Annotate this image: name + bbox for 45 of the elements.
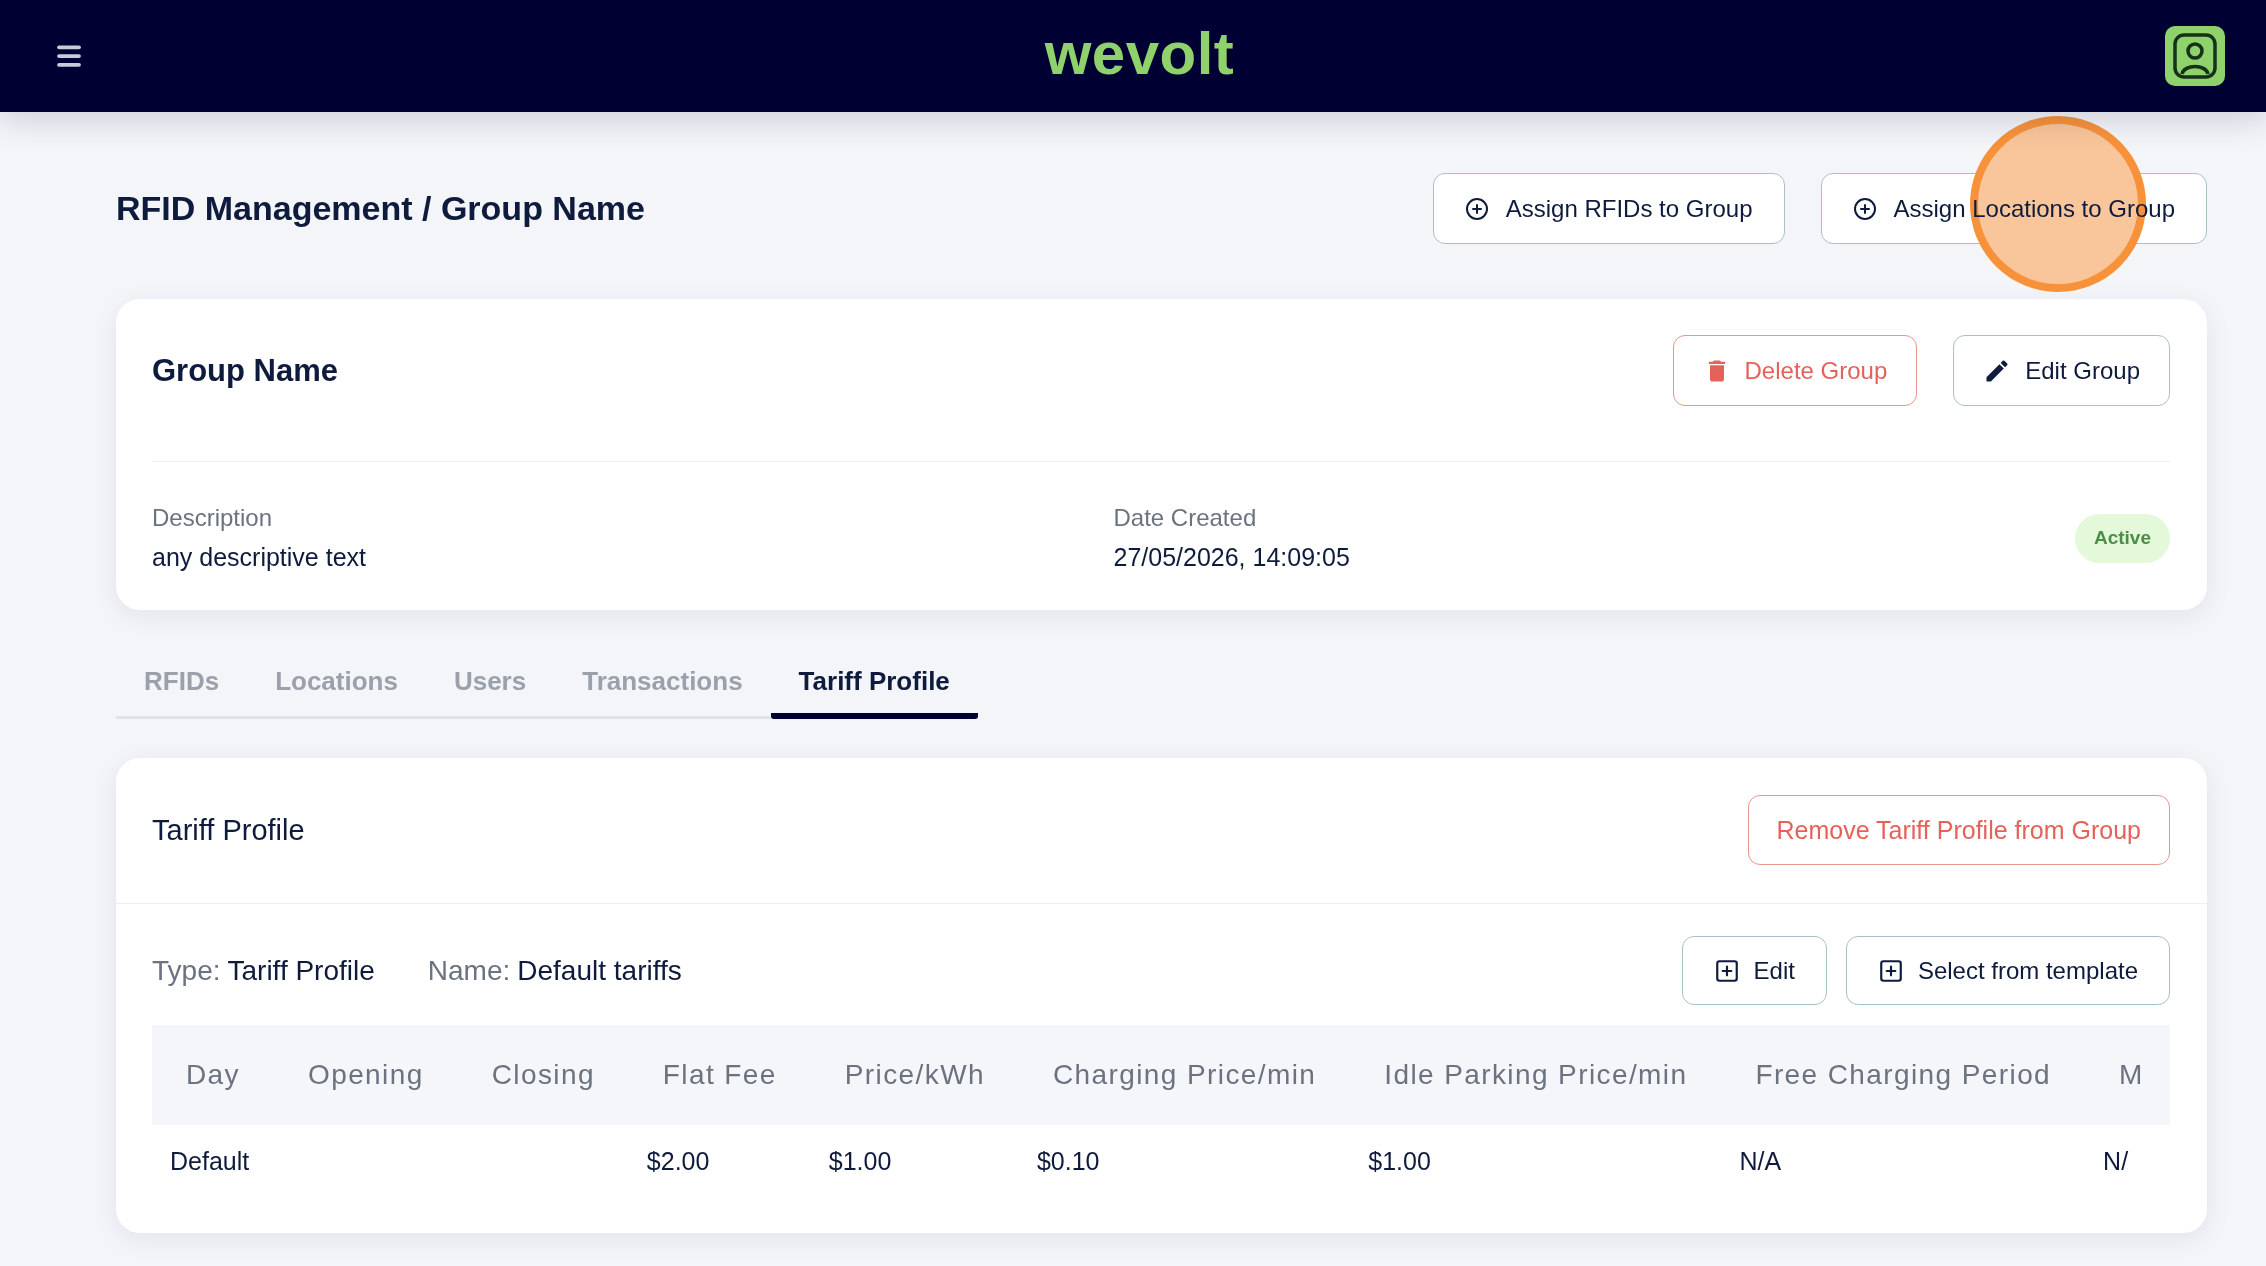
table-cell: $1.00 xyxy=(828,1146,892,1175)
column-header: Price/kWh xyxy=(810,1025,1019,1125)
field-value: 27/05/2026, 14:09:05 xyxy=(1113,543,1350,572)
plus-circle-icon xyxy=(1464,196,1489,221)
plus-circle-icon xyxy=(1852,196,1877,221)
tab[interactable]: Tariff Profile xyxy=(770,650,978,719)
assign-button[interactable]: Assign RFIDs to Group xyxy=(1432,173,1785,244)
tab[interactable]: Transactions xyxy=(554,650,771,719)
meta-value: Tariff Profile xyxy=(227,954,375,987)
column-header: Closing xyxy=(457,1025,629,1125)
edit-button[interactable]: Edit Group xyxy=(1953,335,2170,406)
column-header: Free Charging Period xyxy=(1721,1025,2086,1125)
table-cell: $1.00 xyxy=(1368,1146,1431,1175)
status-badge: Active xyxy=(2074,513,2170,563)
delete-button[interactable]: Delete Group xyxy=(1672,335,1918,406)
tab[interactable]: Locations xyxy=(247,650,426,719)
tab[interactable]: Users xyxy=(425,650,555,719)
card-title: Tariff Profile xyxy=(152,813,305,847)
table-cell: Default xyxy=(170,1146,250,1175)
column-header: M xyxy=(2085,1025,2170,1125)
column-header: Opening xyxy=(274,1025,458,1125)
card-title: Group Name xyxy=(152,352,339,389)
table-cell: N/A xyxy=(1739,1146,1782,1175)
column-header: Day xyxy=(152,1025,274,1125)
table-cell: $2.00 xyxy=(646,1146,710,1175)
user-icon[interactable] xyxy=(2165,26,2225,86)
field-value: any descriptive text xyxy=(152,543,366,572)
plus-square-icon xyxy=(1877,957,1904,984)
tab[interactable]: RFIDs xyxy=(116,650,248,719)
meta-label: Type: xyxy=(152,954,221,987)
template-button[interactable]: Select from template xyxy=(1845,936,2170,1005)
meta-value: Default tariffs xyxy=(517,954,682,987)
column-header: Charging Price/min xyxy=(1018,1025,1351,1125)
table-cell: N/ xyxy=(2103,1146,2129,1175)
field-label: Date Created xyxy=(1113,504,1257,532)
logo: wevolt xyxy=(1044,24,1235,88)
edit-button[interactable]: Edit xyxy=(1681,936,1827,1005)
remove-button[interactable]: Remove Tariff Profile from Group xyxy=(1747,795,2170,865)
column-header: Idle Parking Price/min xyxy=(1350,1025,1722,1125)
table-cell: $0.10 xyxy=(1036,1146,1100,1175)
page-title: RFID Management / Group Name xyxy=(116,189,645,228)
meta-label: Name: xyxy=(427,954,511,987)
field-label: Description xyxy=(152,504,273,532)
column-header: Flat Fee xyxy=(628,1025,811,1125)
plus-square-icon xyxy=(1713,957,1740,984)
